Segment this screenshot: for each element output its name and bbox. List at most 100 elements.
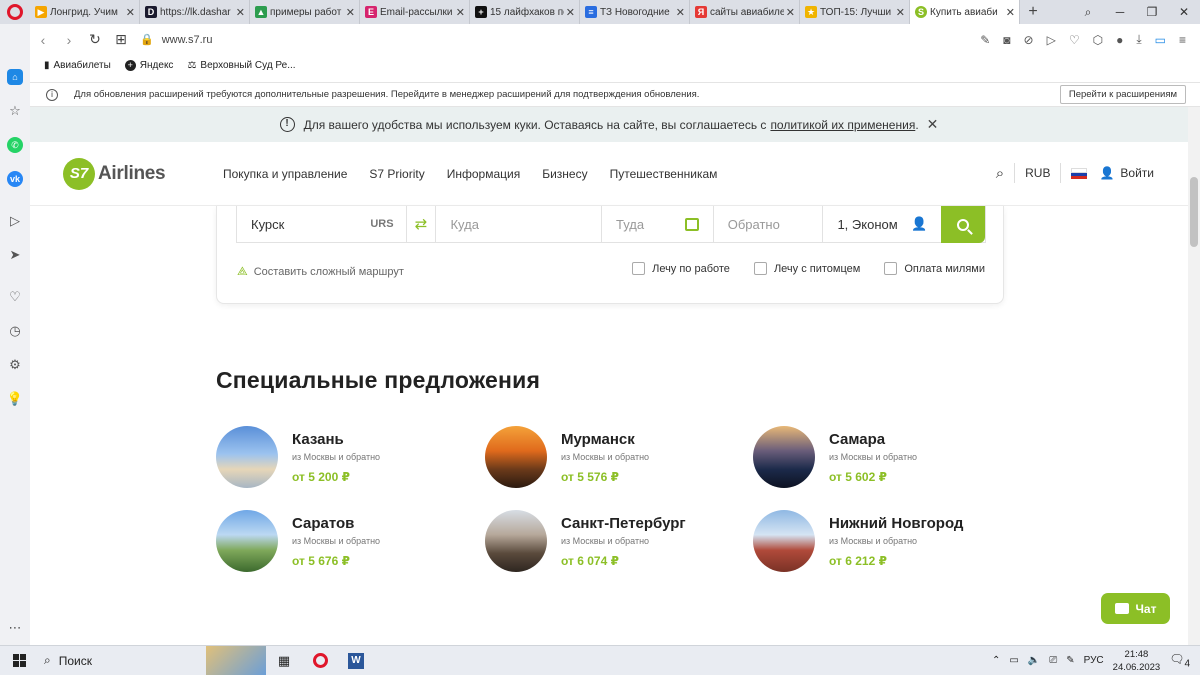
- bookmark-item[interactable]: ⚖ Верховный Суд Ре...: [187, 60, 295, 71]
- return-date-field[interactable]: Обратно: [714, 206, 824, 242]
- speed-dial-icon[interactable]: ⊞: [108, 31, 134, 48]
- offer-card[interactable]: Саратов из Москвы и обратно от 5 676 ₽: [216, 510, 466, 572]
- offer-card[interactable]: Казань из Москвы и обратно от 5 200 ₽: [216, 426, 466, 488]
- to-field[interactable]: Куда: [436, 206, 603, 242]
- player-icon[interactable]: ▷: [0, 204, 30, 238]
- pen-icon[interactable]: ✎: [1066, 655, 1074, 666]
- camera-icon[interactable]: ◙: [1003, 33, 1010, 47]
- chat-button[interactable]: Чат: [1101, 593, 1170, 624]
- restore-icon[interactable]: ❐: [1136, 5, 1168, 19]
- nav-item-business[interactable]: Бизнесу: [542, 167, 587, 181]
- search-button[interactable]: [941, 206, 986, 243]
- word-taskbar-icon[interactable]: W: [338, 646, 374, 675]
- play-icon[interactable]: ▷: [1047, 33, 1056, 47]
- send-icon[interactable]: ➤: [0, 238, 30, 272]
- search-icon[interactable]: ⌕: [996, 165, 1004, 182]
- bookmark-item[interactable]: + Яндекс: [124, 59, 173, 71]
- weather-widget[interactable]: [206, 645, 266, 675]
- reload-icon[interactable]: ↻: [82, 31, 108, 48]
- complex-route-link[interactable]: ⟁ Составить сложный маршрут: [237, 264, 404, 279]
- close-tab-icon[interactable]: ✕: [896, 6, 905, 19]
- close-tab-icon[interactable]: ✕: [236, 6, 245, 19]
- opera-menu-button[interactable]: [0, 0, 30, 24]
- browser-tab[interactable]: ▶ Лонгрид. Учим ✕: [30, 0, 140, 24]
- scrollbar-thumb[interactable]: [1190, 177, 1198, 247]
- whatsapp-icon[interactable]: ✆: [0, 128, 30, 162]
- profile-icon[interactable]: ●: [1116, 33, 1123, 47]
- back-icon[interactable]: ‹: [30, 32, 56, 48]
- heart-icon[interactable]: ♡: [0, 280, 30, 314]
- tips-icon[interactable]: 💡: [0, 382, 30, 416]
- nav-item-travelers[interactable]: Путешественникам: [610, 167, 718, 181]
- more-icon[interactable]: ⋯: [0, 611, 30, 645]
- from-field[interactable]: Курск URS: [237, 206, 407, 242]
- browser-tab[interactable]: ≡ ТЗ Новогодние ✕: [580, 0, 690, 24]
- browser-tab-active[interactable]: S Купить авиаби ✕: [910, 0, 1020, 24]
- close-window-icon[interactable]: ✕: [1168, 5, 1200, 19]
- search-tabs-icon[interactable]: ⌕: [1072, 5, 1104, 20]
- offer-card[interactable]: Нижний Новгород из Москвы и обратно от 6…: [753, 510, 1003, 572]
- browser-tab[interactable]: ▲ примеры работ ✕: [250, 0, 360, 24]
- nav-item-info[interactable]: Информация: [447, 167, 520, 181]
- notifications-icon[interactable]: 🗨4: [1169, 652, 1190, 669]
- home-icon[interactable]: ⌂: [0, 60, 30, 94]
- browser-tab[interactable]: Dhttps://lk.dashar ✕: [140, 0, 250, 24]
- browser-tab[interactable]: +15 лайфхаков по ✕: [470, 0, 580, 24]
- adblock-icon[interactable]: ⊘: [1024, 33, 1034, 47]
- bookmark-item[interactable]: ▮ Авиабилеты: [44, 60, 111, 71]
- bookmarks-icon[interactable]: ☆: [0, 94, 30, 128]
- close-tab-icon[interactable]: ✕: [1006, 6, 1015, 19]
- network-icon[interactable]: ⎚: [1049, 655, 1057, 666]
- close-tab-icon[interactable]: ✕: [346, 6, 355, 19]
- offer-card[interactable]: Мурманск из Москвы и обратно от 5 576 ₽: [485, 426, 735, 488]
- close-tab-icon[interactable]: ✕: [566, 6, 575, 19]
- nav-item-priority[interactable]: S7 Priority: [369, 167, 424, 181]
- close-icon[interactable]: ✕: [927, 116, 939, 133]
- depart-date-field[interactable]: Туда: [602, 206, 714, 242]
- battery-icon[interactable]: ▭: [1155, 33, 1166, 47]
- menu-icon[interactable]: ≡: [1179, 33, 1186, 47]
- miles-checkbox[interactable]: Оплата милями: [884, 262, 985, 275]
- close-tab-icon[interactable]: ✕: [676, 6, 685, 19]
- offer-card[interactable]: Самара из Москвы и обратно от 5 602 ₽: [753, 426, 1003, 488]
- chevron-up-icon[interactable]: ⌃: [992, 655, 1000, 666]
- history-icon[interactable]: ◷: [0, 314, 30, 348]
- browser-tab[interactable]: E Email-рассылки ✕: [360, 0, 470, 24]
- opera-taskbar-icon[interactable]: [302, 646, 338, 675]
- task-view-icon[interactable]: ▦: [266, 646, 302, 675]
- offer-card[interactable]: Санкт-Петербург из Москвы и обратно от 6…: [485, 510, 735, 572]
- url-field[interactable]: 🔒 www.s7.ru: [140, 33, 212, 47]
- browser-tab[interactable]: ★ ТОП-15: Лучши ✕: [800, 0, 910, 24]
- close-tab-icon[interactable]: ✕: [786, 6, 795, 19]
- download-icon[interactable]: ⤓: [1136, 32, 1141, 47]
- cookie-policy-link[interactable]: политикой их применения: [770, 118, 915, 132]
- extensions-icon[interactable]: ⬡: [1093, 33, 1103, 47]
- currency-selector[interactable]: RUB: [1025, 166, 1050, 180]
- swap-icon[interactable]: ⇄: [407, 206, 437, 242]
- taskbar-search[interactable]: ⌕ Поиск: [38, 646, 206, 675]
- nav-item-purchase[interactable]: Покупка и управление: [223, 167, 347, 181]
- close-tab-icon[interactable]: ✕: [126, 6, 135, 19]
- s7-logo[interactable]: S7 Airlines: [63, 158, 166, 190]
- heart-icon[interactable]: ♡: [1069, 33, 1080, 47]
- language-indicator[interactable]: РУС: [1084, 655, 1104, 666]
- browser-tab[interactable]: Ясайты авиабиле ✕: [690, 0, 800, 24]
- edit-icon[interactable]: ✎: [980, 33, 990, 47]
- new-tab-button[interactable]: +: [1020, 0, 1046, 24]
- passengers-field[interactable]: 1, Эконом 👤: [823, 206, 941, 242]
- minimize-icon[interactable]: ─: [1104, 5, 1136, 19]
- start-button[interactable]: [0, 654, 38, 667]
- page-scrollbar[interactable]: [1188, 107, 1200, 645]
- russia-flag-icon[interactable]: [1071, 167, 1088, 179]
- work-trip-checkbox[interactable]: Лечу по работе: [632, 262, 730, 275]
- clock[interactable]: 21:48 24.06.2023: [1113, 648, 1161, 674]
- pet-checkbox[interactable]: Лечу с питомцем: [753, 262, 860, 275]
- battery-icon[interactable]: ▭: [1009, 655, 1018, 666]
- login-button[interactable]: 👤 Войти: [1099, 166, 1154, 180]
- close-tab-icon[interactable]: ✕: [456, 6, 465, 19]
- settings-icon[interactable]: ⚙: [0, 348, 30, 382]
- go-to-extensions-button[interactable]: Перейти к расширениям: [1059, 85, 1186, 104]
- vk-icon[interactable]: vk: [0, 162, 30, 196]
- volume-icon[interactable]: 🔈: [1028, 655, 1040, 666]
- forward-icon[interactable]: ›: [56, 32, 82, 48]
